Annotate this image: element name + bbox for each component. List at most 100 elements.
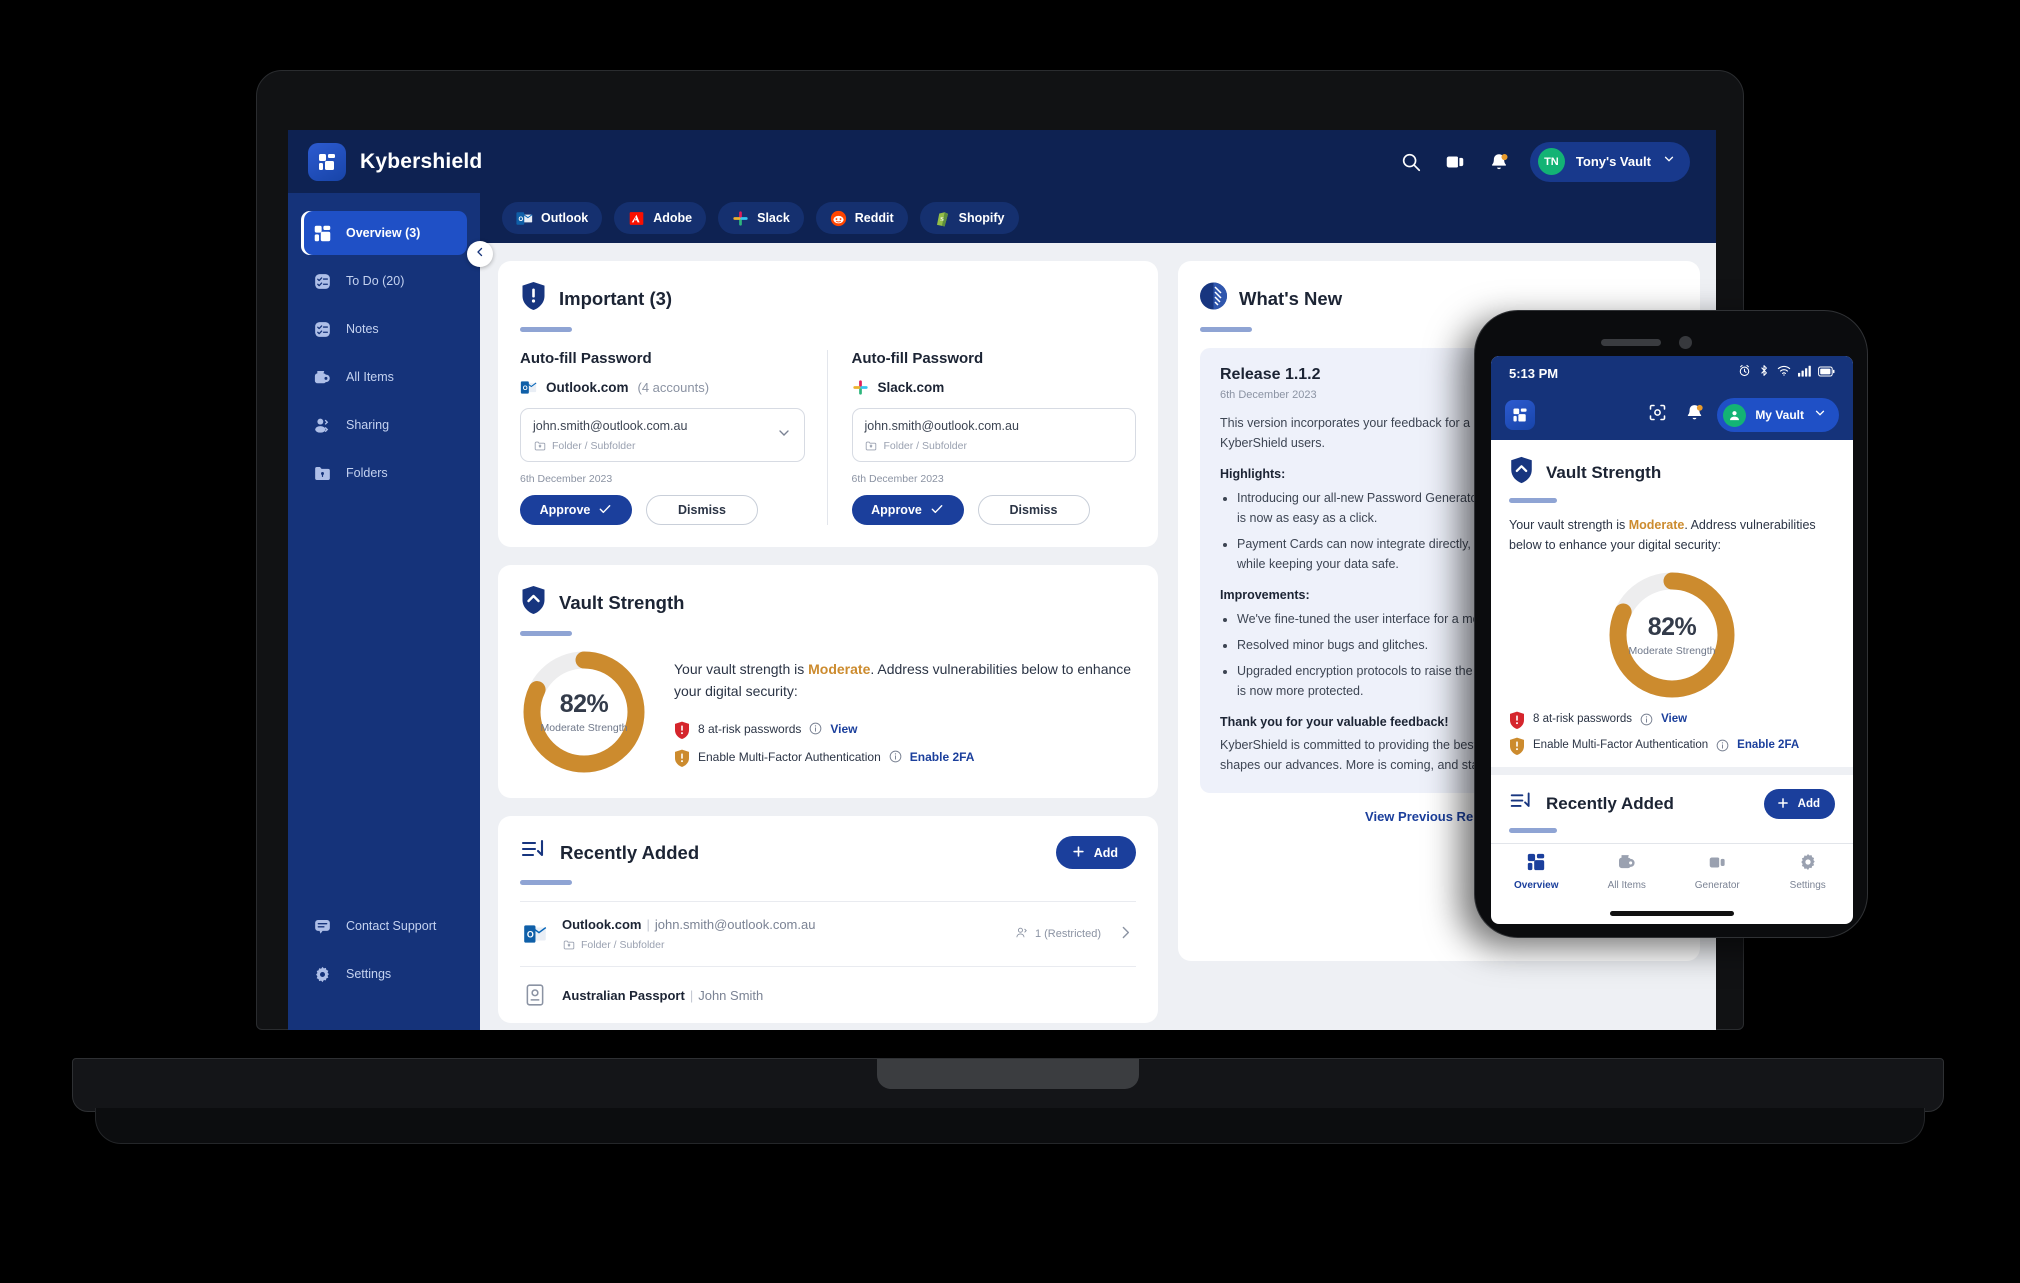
phone-content[interactable]: Vault Strength Your vault strength is Mo… — [1491, 440, 1853, 843]
enable-2fa-link[interactable]: Enable 2FA — [910, 750, 975, 764]
tab-settings[interactable]: Settings — [1763, 852, 1854, 891]
approve-button[interactable]: Approve — [851, 495, 964, 525]
quick-chip-adobe[interactable]: Adobe — [614, 202, 707, 234]
phone-tab-bar: Overview All Items Generator Settings — [1491, 843, 1853, 905]
row-actions: 1 (Restricted) — [1015, 924, 1134, 944]
important-item-date: 6th December 2023 — [520, 473, 613, 485]
important-item: Auto-fill Password O Outlook.com (4 acco… — [520, 350, 827, 525]
sidebar-item-folders[interactable]: Folders — [301, 451, 467, 495]
recently-added-title: Recently Added — [560, 841, 700, 863]
chevron-down-icon[interactable] — [776, 425, 792, 446]
phone-recently-added-title: Recently Added — [1546, 794, 1674, 813]
wallet-icon — [1617, 852, 1637, 875]
chat-icon — [312, 916, 333, 937]
recently-added-header: Recently Added Add — [520, 836, 1136, 885]
wallet-icon[interactable] — [1442, 149, 1468, 175]
shield-warning-icon — [674, 749, 690, 767]
notification-bell-icon[interactable] — [1486, 149, 1512, 175]
quick-chip-outlook[interactable]: O Outlook — [502, 202, 603, 234]
sidebar-item-label: Settings — [346, 967, 392, 981]
table-row[interactable]: Australian Passport | John Smith — [520, 966, 1136, 1023]
info-icon[interactable] — [809, 722, 822, 735]
view-link[interactable]: View — [1661, 713, 1687, 725]
account-value: john.smith@outlook.com.au — [864, 419, 1019, 433]
phone-home-indicator — [1610, 911, 1734, 916]
avatar — [1723, 403, 1747, 427]
important-item-actions: Approve Dismiss — [851, 495, 1137, 525]
divider — [1491, 767, 1853, 775]
desc-level: Moderate — [1628, 518, 1685, 532]
shopify-icon: S — [934, 210, 951, 227]
desc-pre: Your vault strength is — [1509, 518, 1629, 532]
reddit-icon — [830, 210, 847, 227]
dismiss-button[interactable]: Dismiss — [977, 495, 1090, 525]
account-field[interactable]: john.smith@outlook.com.au Folder / Subfo… — [851, 408, 1136, 462]
phone-vault-strength-description: Your vault strength is Moderate. Address… — [1509, 515, 1835, 555]
sidebar-item-settings[interactable]: Settings — [301, 952, 467, 996]
sidebar-item-all-items[interactable]: All Items — [301, 355, 467, 399]
sidebar-item-contact-support[interactable]: Contact Support — [301, 904, 467, 948]
tab-overview[interactable]: Overview — [1491, 852, 1582, 891]
account-select[interactable]: john.smith@outlook.com.au Folder / Subfo… — [520, 408, 805, 462]
quick-chip-label: Adobe — [653, 211, 693, 225]
svg-text:O: O — [527, 930, 534, 940]
folder-path: Folder / Subfolder — [581, 938, 665, 951]
enable-2fa-link[interactable]: Enable 2FA — [1737, 739, 1799, 751]
info-icon[interactable] — [1716, 739, 1729, 752]
recently-added-title-group: Recently Added — [520, 836, 699, 869]
donut-center-label: 82% Moderate Strength — [520, 648, 648, 776]
adobe-icon — [628, 210, 645, 227]
approve-button[interactable]: Approve — [520, 495, 632, 525]
people-icon — [312, 415, 333, 436]
wifi-icon — [1777, 364, 1791, 382]
quick-chip-label: Slack — [757, 211, 790, 225]
quick-chip-slack[interactable]: Slack — [718, 202, 804, 234]
sidebar-item-overview[interactable]: Overview (3) — [301, 211, 467, 255]
sidebar-collapse-button[interactable] — [467, 241, 493, 267]
gear-icon — [312, 964, 333, 985]
generator-icon — [1707, 852, 1727, 875]
sidebar-item-label: All Items — [346, 370, 394, 384]
row-title: Outlook.com | john.smith@outlook.com.au — [562, 917, 816, 932]
avatar: TN — [1537, 148, 1565, 175]
tab-generator[interactable]: Generator — [1672, 852, 1763, 891]
info-icon[interactable] — [1640, 713, 1653, 726]
quick-chip-reddit[interactable]: Reddit — [815, 202, 908, 234]
vault-strength-description: Your vault strength is Moderate. Address… — [674, 659, 1136, 702]
outlook-icon: O — [516, 210, 533, 227]
plus-icon — [1776, 796, 1790, 813]
dismiss-button[interactable]: Dismiss — [646, 495, 758, 525]
list-arrow-icon — [520, 836, 548, 869]
slack-icon — [732, 210, 749, 227]
info-icon[interactable] — [889, 750, 902, 763]
search-icon[interactable] — [1398, 149, 1424, 175]
view-link[interactable]: View — [830, 722, 857, 736]
table-row[interactable]: O Outlook.com | john.smith@outlook.com.au — [520, 901, 1136, 966]
phone-add-item-button[interactable]: Add — [1763, 789, 1835, 819]
chevron-right-icon[interactable] — [1117, 924, 1134, 944]
gear-icon — [1798, 852, 1818, 875]
grid-icon — [312, 223, 333, 244]
chevron-down-icon — [1662, 152, 1676, 171]
quick-chip-shopify[interactable]: S Shopify — [919, 202, 1019, 234]
folder-path: Folder / Subfolder — [883, 439, 967, 452]
add-item-button[interactable]: Add — [1055, 836, 1136, 869]
vault-selector[interactable]: TN Tony's Vault — [1529, 141, 1690, 182]
scan-icon[interactable] — [1647, 402, 1668, 428]
tab-all-items[interactable]: All Items — [1582, 852, 1673, 891]
notification-bell-icon[interactable] — [1684, 402, 1705, 428]
sidebar-item-sharing[interactable]: Sharing — [301, 403, 467, 447]
table-cell-name: Australian Passport | John Smith — [562, 988, 1134, 1003]
important-card-header: Important (3) — [520, 281, 1136, 316]
phone-recently-added-header: Recently Added Add — [1509, 789, 1835, 833]
svg-text:S: S — [940, 216, 944, 223]
phone-vault-issue-row: Enable Multi-Factor Authentication Enabl… — [1509, 737, 1835, 755]
shield-warning-icon — [1509, 737, 1525, 755]
phone-vault-selector[interactable]: My Vault — [1717, 398, 1839, 432]
vault-strength-donut-chart: 82% Moderate Strength — [520, 648, 648, 776]
shared-badge: 1 (Restricted) — [1015, 926, 1101, 943]
folder-icon — [865, 439, 878, 452]
sidebar-item-notes[interactable]: Notes — [301, 307, 467, 351]
sidebar-item-todo[interactable]: To Do (20) — [301, 259, 467, 303]
vault-strength-caption: Moderate Strength — [540, 722, 628, 734]
